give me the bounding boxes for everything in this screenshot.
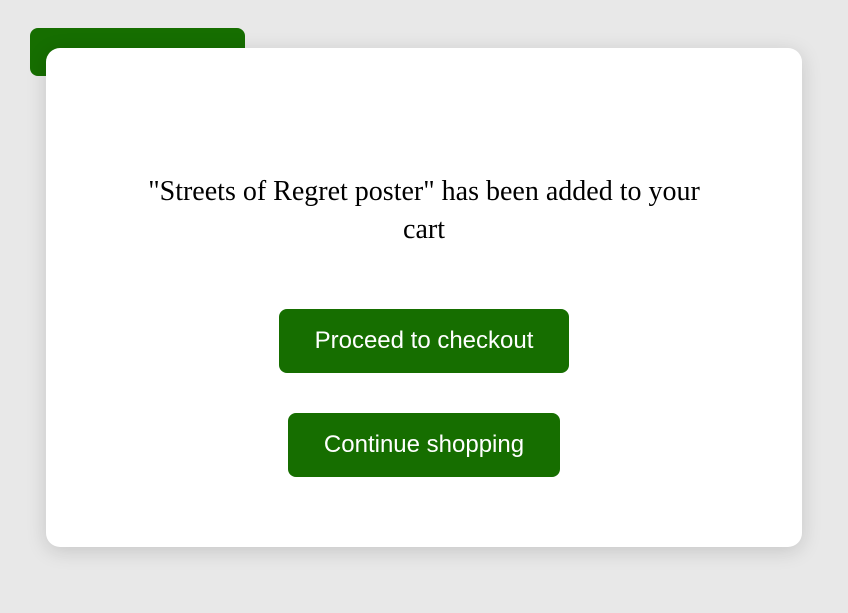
- confirmation-message: "Streets of Regret poster" has been adde…: [134, 173, 714, 249]
- continue-shopping-button[interactable]: Continue shopping: [288, 413, 560, 477]
- proceed-to-checkout-button[interactable]: Proceed to checkout: [279, 309, 570, 373]
- cart-confirmation-modal: "Streets of Regret poster" has been adde…: [46, 48, 802, 547]
